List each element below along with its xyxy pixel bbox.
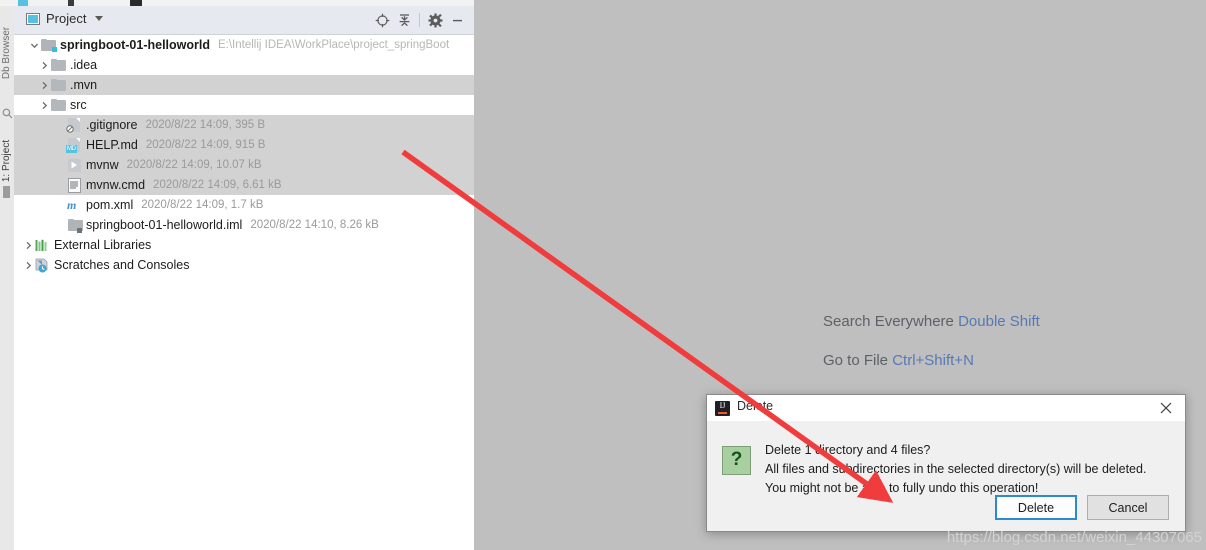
tree-item-label: HELP.md [86, 138, 138, 152]
tree-item-meta: 2020/8/22 14:09, 1.7 kB [141, 199, 264, 211]
dialog-message-line-0: Delete 1 directory and 4 files? [765, 443, 931, 457]
sidebar-tab-db-browser[interactable]: Db Browser [0, 18, 14, 88]
close-icon[interactable] [1153, 397, 1179, 419]
chevron-right-icon[interactable] [22, 259, 34, 271]
tree-item-label: springboot-01-helloworld.iml [86, 218, 243, 232]
tree-row-gitignore[interactable]: .gitignore 2020/8/22 14:09, 395 B [14, 115, 474, 135]
chevron-right-icon[interactable] [38, 79, 50, 91]
dialog-title: Delete [737, 399, 774, 413]
markdown-file-icon: MD [66, 137, 82, 153]
watermark: https://blog.csdn.net/weixin_44307065 [946, 529, 1202, 546]
tree-item-label: src [70, 98, 87, 112]
project-panel-title: Project [46, 11, 87, 26]
tree-item-label: .mvn [70, 78, 98, 92]
script-file-icon [66, 157, 82, 173]
maven-file-icon: m [67, 198, 77, 212]
tab-strip-marker [3, 186, 10, 198]
chevron-right-icon[interactable] [38, 59, 50, 71]
tree-row-idea[interactable]: .idea [14, 55, 474, 75]
tree-item-meta: 2020/8/22 14:09, 915 B [145, 139, 266, 151]
tree-item-label: mvnw [86, 158, 119, 172]
minimize-icon[interactable] [446, 10, 468, 30]
tree-row-springboot-01-helloworld-iml[interactable]: springboot-01-helloworld.iml 2020/8/22 14… [14, 215, 474, 235]
tree-item-label: mvnw.cmd [86, 178, 146, 192]
tree-row-external-libraries[interactable]: External Libraries [14, 235, 474, 255]
toolbar-divider [419, 13, 420, 27]
chevron-right-icon[interactable] [22, 239, 34, 251]
dialog-button-bar: Delete Cancel [995, 495, 1169, 520]
hint-shortcut-0: Double Shift [958, 313, 1040, 330]
folder-icon [50, 77, 66, 93]
scratches-icon [34, 257, 50, 273]
question-mark-icon: ? [722, 446, 751, 475]
dialog-title-bar: IJ Delete [707, 395, 1185, 421]
tree-root-path: E:\Intellij IDEA\WorkPlace\project_sprin… [218, 39, 450, 51]
chevron-down-icon[interactable] [95, 16, 104, 21]
intellij-idea-icon: IJ [715, 401, 730, 416]
tree-item-label: External Libraries [54, 238, 152, 252]
tree-item-label: Scratches and Consoles [54, 258, 190, 272]
hint-label-1: Go to File [823, 352, 889, 369]
gitignore-file-icon [65, 117, 82, 133]
tree-item-meta: 2020/8/22 14:10, 8.26 kB [250, 219, 379, 231]
cancel-button[interactable]: Cancel [1087, 495, 1169, 520]
tree-row-mvnw[interactable]: mvnw 2020/8/22 14:09, 10.07 kB [14, 155, 474, 175]
gear-icon[interactable] [424, 10, 446, 30]
hint-search-everywhere: Search Everywhere Double Shift [823, 313, 1040, 330]
tree-row-mvnw-cmd[interactable]: mvnw.cmd 2020/8/22 14:09, 6.61 kB [14, 175, 474, 195]
tree-item-meta: 2020/8/22 14:09, 395 B [145, 119, 266, 131]
tree-item-label: .gitignore [86, 118, 138, 132]
locate-target-icon[interactable] [371, 10, 393, 30]
ide-window: Db Browser 1: Project Project springboot… [0, 0, 1206, 550]
tree-item-meta: 2020/8/22 14:09, 10.07 kB [126, 159, 262, 171]
dialog-body: ? Delete 1 directory and 4 files? All fi… [707, 421, 1185, 530]
tree-row-scratches-and-consoles[interactable]: Scratches and Consoles [14, 255, 474, 275]
tree-row-pom-xml[interactable]: m pom.xml 2020/8/22 14:09, 1.7 kB [14, 195, 474, 215]
iml-file-icon [66, 217, 83, 233]
delete-confirmation-dialog: IJ Delete ? Delete 1 directory and 4 fil… [706, 394, 1186, 532]
chevron-down-icon[interactable] [28, 39, 40, 51]
folder-icon [50, 97, 66, 113]
tree-row-src[interactable]: src [14, 95, 474, 115]
tree-rows: .idea .mvn src .gitignore 2020/8/22 14:09, 3… [14, 55, 474, 275]
tool-window-tab-strip: Db Browser 1: Project [0, 6, 15, 550]
tree-row-help-md[interactable]: MD HELP.md 2020/8/22 14:09, 915 B [14, 135, 474, 155]
search-icon[interactable] [2, 106, 13, 119]
hint-label-0: Search Everywhere [823, 313, 954, 330]
dialog-message: Delete 1 directory and 4 files? All file… [765, 441, 1146, 498]
text-file-icon [66, 177, 82, 193]
tree-item-label: .idea [70, 58, 98, 72]
tree-item-label: pom.xml [86, 198, 134, 212]
libraries-icon [34, 237, 50, 253]
tree-root-label: springboot-01-helloworld [60, 38, 210, 52]
tree-row-mvn[interactable]: .mvn [14, 75, 474, 95]
folder-icon [50, 57, 66, 73]
project-panel-title-box[interactable]: Project [26, 11, 104, 26]
project-tree[interactable]: springboot-01-helloworld E:\Intellij IDE… [14, 35, 474, 550]
hint-go-to-file: Go to File Ctrl+Shift+N [823, 352, 974, 369]
module-folder-icon [40, 37, 57, 53]
hint-shortcut-1: Ctrl+Shift+N [892, 352, 974, 369]
tree-item-meta: 2020/8/22 14:09, 6.61 kB [153, 179, 282, 191]
project-panel-header: Project [14, 6, 474, 35]
dialog-message-line-1: All files and subdirectories in the sele… [765, 462, 1147, 476]
delete-button[interactable]: Delete [995, 495, 1077, 520]
project-panel-toolbar [371, 10, 468, 30]
tree-row-root[interactable]: springboot-01-helloworld E:\Intellij IDE… [14, 35, 474, 55]
project-view-icon [26, 12, 40, 25]
chevron-right-icon[interactable] [38, 99, 50, 111]
project-tool-window: Project springboot-01-helloworld E:\Inte… [14, 6, 474, 550]
collapse-all-icon[interactable] [393, 10, 415, 30]
